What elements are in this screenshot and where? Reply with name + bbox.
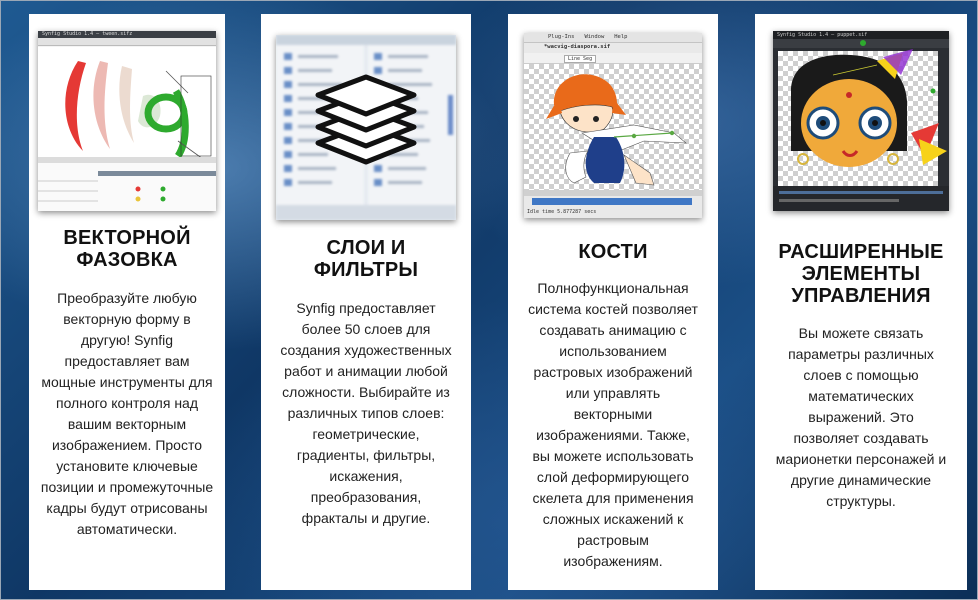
desc-line: работ и анимации любой bbox=[284, 363, 448, 379]
desc-line: Synfig предоставляет bbox=[296, 300, 436, 316]
bones-screenshot[interactable]: Plug-Ins Window Help *wacvig-diaspora.si… bbox=[524, 33, 702, 218]
feature-card-bones: Plug-Ins Window Help *wacvig-diaspora.si… bbox=[508, 14, 718, 590]
desc-line: структуры. bbox=[826, 493, 896, 509]
desc-line: выражений. Это bbox=[808, 409, 914, 425]
layers-stack-icon bbox=[315, 74, 417, 165]
desc-line: растровых изображений bbox=[533, 364, 693, 380]
desc-line: мощные инструменты для bbox=[41, 374, 213, 390]
vector-tween-canvas bbox=[38, 47, 216, 211]
desc-line: позволяет создавать bbox=[793, 430, 929, 446]
desc-line: использованием bbox=[559, 343, 667, 359]
desc-line: полного контроля над bbox=[55, 395, 199, 411]
desc-line: более 50 слоев для bbox=[301, 321, 431, 337]
card-title-line-2: ЭЛЕМЕНТЫ bbox=[801, 263, 921, 285]
desc-line: вы можете использовать bbox=[532, 448, 694, 464]
feature-card-advanced-controls: Synfig Studio 1.4 — puppet.sif РАСШИРЕНН… bbox=[755, 14, 967, 590]
vector-tweening-screenshot[interactable]: Synfig Studio 1.4 — tween.sifz bbox=[38, 31, 216, 211]
desc-line: слой деформирующего bbox=[536, 469, 690, 485]
desc-line: другие динамические bbox=[790, 472, 932, 488]
desc-line: векторными bbox=[573, 406, 653, 422]
desc-line: математических bbox=[808, 388, 914, 404]
card-title-line-1: РАСШИРЕННЫЕ bbox=[778, 241, 944, 263]
layers-panel-screenshot[interactable] bbox=[276, 35, 456, 220]
desc-line: создавать анимацию с bbox=[539, 322, 687, 338]
card-title-line-1: КОСТИ bbox=[578, 241, 648, 263]
desc-line: создания художественных bbox=[280, 342, 452, 358]
desc-line: установите ключевые bbox=[56, 458, 198, 474]
desc-line: автоматически. bbox=[76, 521, 178, 537]
desc-line: Преобразуйте любую bbox=[57, 290, 197, 306]
desc-line: слоев с помощью bbox=[803, 367, 919, 383]
desc-line: фракталы и другие. bbox=[301, 510, 431, 526]
card-title-line-3: УПРАВЛЕНИЯ bbox=[791, 285, 931, 307]
desc-line: растровым bbox=[577, 532, 649, 548]
desc-line: предоставляет вам bbox=[64, 353, 190, 369]
card-description: Полнофункциональная система костей позво… bbox=[512, 278, 714, 572]
card-title-line-2: ФАЗОВКА bbox=[76, 249, 178, 271]
desc-line: вашим векторным bbox=[67, 416, 187, 432]
desc-line: различных типов слоев: bbox=[287, 405, 445, 421]
desc-line: градиенты, фильтры, bbox=[296, 447, 436, 463]
card-description: Вы можете связать параметры различных сл… bbox=[759, 323, 963, 512]
card-title-line-1: СЛОИ И bbox=[326, 237, 406, 259]
card-description: Преобразуйте любую векторную форму в дру… bbox=[35, 288, 219, 540]
desc-line: векторную форму в bbox=[63, 311, 191, 327]
desc-line: другую! Synfig bbox=[80, 332, 174, 348]
puppet-character-drawing bbox=[773, 40, 949, 211]
card-title: РАСШИРЕННЫЕ ЭЛЕМЕНТЫ УПРАВЛЕНИЯ bbox=[755, 241, 967, 307]
desc-line: Вы можете связать bbox=[798, 325, 924, 341]
feature-card-layers-filters: СЛОИ И ФИЛЬТРЫ Synfig предоставляет боле… bbox=[261, 14, 471, 590]
desc-line: параметры различных bbox=[788, 346, 934, 362]
advanced-controls-screenshot[interactable]: Synfig Studio 1.4 — puppet.sif bbox=[773, 31, 949, 211]
card-title: СЛОИ И ФИЛЬТРЫ bbox=[261, 237, 471, 281]
desc-line: сложности. Выбирайте из bbox=[282, 384, 450, 400]
desc-line: Полнофункциональная bbox=[537, 280, 689, 296]
desc-line: сложных искажений к bbox=[542, 511, 684, 527]
desc-line: кадры будут отрисованы bbox=[46, 500, 208, 516]
desc-line: изображениям. bbox=[563, 553, 663, 569]
card-title-line-2: ФИЛЬТРЫ bbox=[313, 259, 419, 281]
desc-line: скелета для применения bbox=[532, 490, 694, 506]
feature-card-vector-tweening: Synfig Studio 1.4 — tween.sifz ВЕКТОРНОЙ… bbox=[29, 14, 225, 590]
desc-line: изображениями. Также, bbox=[536, 427, 690, 443]
desc-line: система костей позволяет bbox=[528, 301, 698, 317]
page-frame: Synfig Studio 1.4 — tween.sifz ВЕКТОРНОЙ… bbox=[0, 0, 978, 600]
card-description: Synfig предоставляет более 50 слоев для … bbox=[265, 298, 467, 529]
desc-line: марионетки персонажей и bbox=[775, 451, 947, 467]
card-title: КОСТИ bbox=[508, 241, 718, 263]
desc-line: изображением. Просто bbox=[51, 437, 203, 453]
desc-line: преобразования, bbox=[310, 489, 422, 505]
desc-line: искажения, bbox=[329, 468, 403, 484]
desc-line: геометрические, bbox=[312, 426, 420, 442]
desc-line: позиции и промежуточные bbox=[40, 479, 214, 495]
timeline-bar[interactable] bbox=[532, 198, 692, 205]
card-title: ВЕКТОРНОЙ ФАЗОВКА bbox=[29, 227, 225, 271]
card-title-line-1: ВЕКТОРНОЙ bbox=[63, 227, 191, 249]
desc-line: или управлять bbox=[565, 385, 661, 401]
thumb-status: Idle time 5.877287 secs bbox=[527, 209, 597, 215]
